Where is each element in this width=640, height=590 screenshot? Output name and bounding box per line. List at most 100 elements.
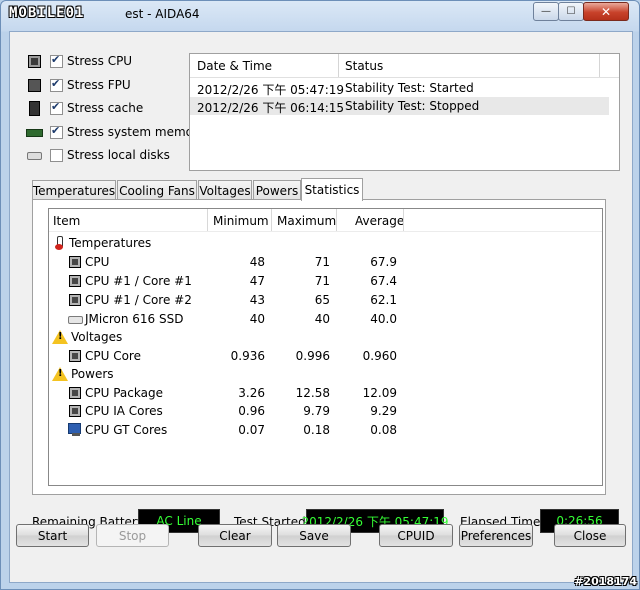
log-datetime: 2012/2/26 下午 05:47:19 — [197, 83, 345, 97]
stat-avg: 0.960 — [362, 349, 397, 363]
stats-row[interactable]: CPU IA Cores 0.96 9.79 9.29 — [49, 402, 602, 420]
stats-row[interactable]: CPU Package 3.26 12.58 12.09 — [49, 384, 602, 402]
stress-memory-option[interactable]: Stress system memory — [26, 123, 205, 141]
stat-min: 0.936 — [230, 349, 265, 363]
group-label: Temperatures — [69, 236, 152, 250]
fpu-icon — [26, 78, 42, 92]
chip-icon — [68, 404, 82, 418]
title-bar[interactable]: MOBILE01 est - AIDA64 — ☐ ✕ — [1, 1, 639, 27]
close-button[interactable]: Close — [554, 524, 626, 547]
tab-powers[interactable]: Powers — [253, 180, 301, 200]
mobile01-logo: MOBILE01 — [9, 5, 85, 21]
aida64-window: MOBILE01 est - AIDA64 — ☐ ✕ Stress CPU S… — [0, 0, 640, 590]
log-row[interactable]: 2012/2/26 下午 06:14:15 Stability Test: St… — [190, 97, 609, 115]
stat-max: 12.58 — [295, 386, 330, 400]
stats-group-row[interactable]: Powers — [49, 365, 602, 383]
stats-row[interactable]: CPU GT Cores 0.07 0.18 0.08 — [49, 421, 602, 439]
start-button[interactable]: Start — [16, 524, 89, 547]
warning-icon — [52, 330, 68, 344]
stat-avg: 0.08 — [370, 423, 397, 437]
stat-max: 71 — [314, 274, 330, 288]
stat-max: 71 — [314, 255, 330, 269]
chip-icon — [68, 293, 82, 307]
window-title: est - AIDA64 — [125, 7, 200, 21]
chip-icon — [68, 274, 82, 288]
stat-item-name: CPU — [85, 255, 110, 269]
tab-voltages[interactable]: Voltages — [198, 180, 252, 200]
stat-avg: 67.9 — [370, 255, 397, 269]
gpu-icon — [68, 423, 82, 437]
stat-avg: 67.4 — [370, 274, 397, 288]
stats-row[interactable]: CPU #1 / Core #1 47 71 67.4 — [49, 272, 602, 290]
chip-icon — [68, 349, 82, 363]
group-label: Powers — [71, 367, 114, 381]
memory-icon — [26, 125, 43, 139]
stress-fpu-checkbox[interactable] — [50, 77, 63, 92]
clear-button[interactable]: Clear — [198, 524, 272, 547]
stat-item-name: CPU Core — [85, 349, 141, 363]
maximize-button[interactable]: ☐ — [558, 2, 584, 21]
log-header: Date & Time Status — [190, 54, 619, 78]
stress-disks-label: Stress local disks — [67, 148, 170, 162]
stop-button[interactable]: Stop — [96, 524, 169, 547]
stats-row[interactable]: CPU #1 / Core #2 43 65 62.1 — [49, 291, 602, 309]
watermark: #2018174 — [574, 575, 637, 588]
close-window-button[interactable]: ✕ — [583, 2, 629, 21]
statistics-table[interactable]: Item Minimum Maximum Average Temperature… — [48, 208, 603, 486]
stress-cpu-checkbox[interactable] — [50, 53, 63, 68]
stress-cache-label: Stress cache — [67, 101, 144, 115]
log-row[interactable]: 2012/2/26 下午 05:47:19 Stability Test: St… — [190, 79, 609, 97]
disk-icon — [26, 148, 42, 162]
stress-cache-checkbox[interactable] — [50, 100, 63, 115]
stat-max: 0.996 — [295, 349, 330, 363]
warning-icon — [52, 367, 68, 381]
thermometer-icon — [52, 236, 66, 250]
stats-row[interactable]: JMicron 616 SSD 40 40 40.0 — [49, 310, 602, 328]
stat-min: 48 — [249, 255, 265, 269]
stats-row[interactable]: CPU Core 0.936 0.996 0.960 — [49, 347, 602, 365]
tab-cooling-fans[interactable]: Cooling Fans — [117, 180, 197, 200]
stat-item-name: CPU #1 / Core #2 — [85, 293, 192, 307]
tab-statistics[interactable]: Statistics — [301, 178, 363, 201]
stress-cache-option[interactable]: Stress cache — [26, 99, 143, 117]
stat-max: 65 — [314, 293, 330, 307]
cpuid-button[interactable]: CPUID — [379, 524, 453, 547]
statistics-panel: Item Minimum Maximum Average Temperature… — [32, 199, 606, 495]
stress-memory-checkbox[interactable] — [50, 124, 63, 139]
stats-group-row[interactable]: Temperatures — [49, 234, 602, 252]
tab-temperatures[interactable]: Temperatures — [32, 180, 116, 200]
log-column-datetime[interactable]: Date & Time — [197, 59, 272, 73]
preferences-button[interactable]: Preferences — [459, 524, 533, 547]
stress-memory-label: Stress system memory — [67, 125, 206, 139]
stats-column-average[interactable]: Average — [355, 214, 404, 228]
stress-disks-option[interactable]: Stress local disks — [26, 146, 170, 164]
stats-column-maximum[interactable]: Maximum — [277, 214, 336, 228]
stats-row[interactable]: CPU 48 71 67.9 — [49, 253, 602, 271]
stat-min: 0.96 — [238, 404, 265, 418]
stat-avg: 40.0 — [370, 312, 397, 326]
log-column-status[interactable]: Status — [345, 59, 383, 73]
stat-item-name: CPU IA Cores — [85, 404, 163, 418]
cpu-icon — [26, 54, 42, 68]
cache-icon — [26, 101, 42, 116]
stat-max: 9.79 — [303, 404, 330, 418]
stat-item-name: JMicron 616 SSD — [85, 312, 184, 326]
stats-column-minimum[interactable]: Minimum — [213, 214, 269, 228]
stats-group-row[interactable]: Voltages — [49, 328, 602, 346]
stress-fpu-option[interactable]: Stress FPU — [26, 76, 131, 94]
event-log-list[interactable]: Date & Time Status 2012/2/26 下午 05:47:19… — [189, 53, 620, 171]
log-status: Stability Test: Stopped — [345, 99, 480, 113]
stat-min: 43 — [249, 293, 265, 307]
stat-max: 0.18 — [303, 423, 330, 437]
stats-column-item[interactable]: Item — [53, 214, 80, 228]
stress-disks-checkbox[interactable] — [50, 148, 63, 162]
minimize-button[interactable]: — — [533, 2, 559, 21]
ssd-icon — [68, 312, 83, 326]
client-area: Stress CPU Stress FPU Stress cache Stres… — [9, 31, 633, 583]
stat-min: 47 — [249, 274, 265, 288]
stress-cpu-option[interactable]: Stress CPU — [26, 52, 132, 70]
stress-fpu-label: Stress FPU — [67, 78, 131, 92]
stat-item-name: CPU GT Cores — [85, 423, 168, 437]
stat-item-name: CPU Package — [85, 386, 163, 400]
save-button[interactable]: Save — [277, 524, 351, 547]
